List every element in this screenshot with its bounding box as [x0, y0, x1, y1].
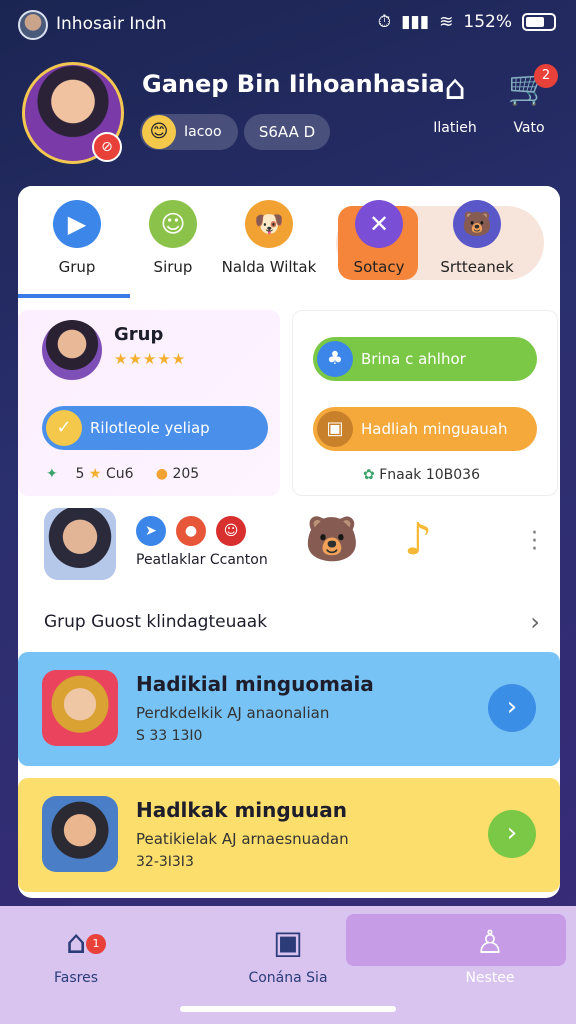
home-indicator [180, 1006, 396, 1012]
tab-label: Grup [58, 258, 96, 276]
cart-badge: 2 [534, 64, 558, 88]
nav-label-home: Fasres [54, 970, 98, 986]
group-avatar[interactable] [42, 320, 102, 380]
header: ⊘ Ganep Bin Iihoanhasia 😊 Iacoo S6AA D ⌂… [0, 60, 576, 170]
reward-title-2: Hadlkak minguuan [136, 798, 347, 822]
document-icon: ▣ [272, 923, 304, 961]
chevron-right-icon[interactable]: › [488, 810, 536, 858]
wifi-icon: ≋ [439, 12, 454, 32]
more-icon[interactable]: · · · [531, 523, 538, 561]
battery-percent: 152% [463, 12, 512, 32]
star-icon: ★ [88, 466, 102, 482]
status-avatar [18, 10, 48, 40]
cart-label: Vato [513, 120, 545, 136]
shield-icon: ✓ [46, 410, 82, 446]
group-panel: Grup ★★★★★ ✓ Rilotleole yeliap ✦ 5 ★ Cu6… [18, 310, 280, 496]
tab-bar: ▶ Grup ☺ Sirup 🐶 Nalda Wiltak ✕ Sotacy 🐻… [18, 186, 560, 298]
home-icon: ⌂ [444, 68, 466, 108]
status-bar: Inhosair Indn ⏱ ▮▮▮ ≋ 152% [0, 0, 576, 48]
face-icon[interactable]: ☺ [216, 516, 246, 546]
group-stat-2: Cu6 [105, 466, 134, 482]
coin-value: Iacoo [184, 124, 222, 140]
nav-label-content: Conána Sia [248, 970, 328, 986]
reward-stat-value: Fnaak 10B036 [379, 467, 480, 483]
pet-icon: 🐶 [245, 200, 293, 248]
arrow-icon[interactable]: ➤ [136, 516, 166, 546]
bear-sticker-icon[interactable]: 🐻 [304, 512, 360, 568]
tab-nalda-wiltak[interactable]: 🐶 Nalda Wiltak [214, 200, 324, 276]
reward-card-1[interactable]: Hadikial minguomaia Perdkdelkik AJ anaon… [18, 652, 560, 766]
main-card: ▶ Grup ☺ Sirup 🐶 Nalda Wiltak ✕ Sotacy 🐻… [18, 186, 560, 898]
cart-button[interactable]: 🛒 2 Vato [494, 64, 564, 136]
bear-icon: 🐻 [453, 200, 501, 248]
reward-value-1: S 33 13I0 [136, 728, 203, 744]
reward-action-button-2[interactable]: ▣ Hadliah minguauah [313, 407, 537, 451]
friends-label: Peatlaklar Ccanton [136, 552, 268, 568]
friend-avatar[interactable] [44, 508, 116, 580]
puzzle-icon: ✦ [46, 466, 58, 482]
status-title: Inhosair Indn [56, 14, 167, 34]
home-label: Ilatieh [433, 120, 477, 136]
home-icon: ⌂ [65, 923, 87, 961]
tree-icon: ♣ [317, 341, 353, 377]
tab-label: Nalda Wiltak [221, 258, 317, 276]
group-link-text: Grup Guost klindagteuaak [44, 612, 268, 632]
friends-row: ➤ ● ☺ Peatlaklar Ccanton 🐻 ♪ · · · [18, 508, 560, 592]
group-stat-3: 205 [172, 466, 200, 482]
home-button[interactable]: ⌂ Ilatieh [420, 66, 490, 136]
gear-icon: ✿ [363, 467, 375, 483]
reward-card-2[interactable]: Hadlkak minguuan Peatikielak AJ arnaesnu… [18, 778, 560, 892]
gem-balance[interactable]: S6AA D [244, 114, 330, 150]
group-action-button[interactable]: ✓ Rilotleole yeliap [42, 406, 268, 450]
tab-label: Sotacy [353, 258, 405, 276]
tab-label: Srtteanek [440, 258, 514, 276]
coin-icon: 😊 [142, 115, 176, 149]
reward-action-label-2: Hadliah minguauah [361, 420, 508, 438]
coin-small-icon: ● [155, 466, 168, 482]
group-title: Grup [114, 324, 164, 345]
tab-active-indicator [18, 294, 130, 298]
tab-grup[interactable]: ▶ Grup [22, 200, 132, 276]
treasure-icon: ▣ [317, 411, 353, 447]
apple-icon[interactable]: ● [176, 516, 206, 546]
group-stats: ✦ 5 ★ Cu6 ● 205 [46, 466, 199, 482]
chevron-right-icon[interactable]: › [488, 684, 536, 732]
user-icon: ♙ [475, 923, 505, 961]
coin-balance[interactable]: 😊 Iacoo [140, 114, 238, 150]
reward-title-1: Hadikial minguomaia [136, 672, 374, 696]
reward-value-2: 32-3I3I3 [136, 854, 194, 870]
tab-srtteanek[interactable]: 🐻 Srtteanek [422, 200, 532, 276]
group-stat-1: 5 [75, 466, 85, 482]
reward-panel: ♣ Brina c ahlhor ▣ Hadliah minguauah ✿ F… [292, 310, 558, 496]
reward-avatar-1 [42, 670, 118, 746]
reward-action-button-1[interactable]: ♣ Brina c ahlhor [313, 337, 537, 381]
tab-sotacy[interactable]: ✕ Sotacy [324, 200, 434, 276]
status-icons: ⏱ ▮▮▮ ≋ 152% [378, 12, 556, 32]
nav-label-profile: Nestee [465, 970, 515, 986]
reward-subtitle-2: Peatikielak AJ arnaesnuadan [136, 830, 349, 848]
reward-stat: ✿ Fnaak 10B036 [363, 467, 480, 483]
nav-item-home[interactable]: ⌂ 1 Fasres [6, 920, 146, 986]
battery-icon [522, 13, 556, 31]
reward-avatar-2 [42, 796, 118, 872]
app-title: Ganep Bin Iihoanhasia [142, 70, 445, 98]
chevron-right-icon: › [530, 608, 540, 636]
reward-action-label-1: Brina c ahlhor [361, 350, 466, 368]
group-rating: ★★★★★ [114, 350, 187, 368]
music-sticker-icon[interactable]: ♪ [390, 512, 446, 568]
profile-badge-icon: ⊘ [92, 132, 122, 162]
chat-icon: ☺ [149, 200, 197, 248]
cross-icon: ✕ [355, 200, 403, 248]
group-link-row[interactable]: Grup Guost klindagteuaak › [18, 600, 560, 648]
nav-badge: 1 [86, 934, 106, 954]
alarm-icon: ⏱ [377, 12, 392, 32]
signal-icon: ▮▮▮ [401, 12, 430, 32]
tab-label: Sirup [153, 258, 193, 276]
nav-item-content[interactable]: ▣ Conána Sia [218, 920, 358, 986]
nav-item-profile[interactable]: ♙ Nestee [420, 920, 560, 986]
tab-sirup[interactable]: ☺ Sirup [118, 200, 228, 276]
group-action-label: Rilotleole yeliap [90, 419, 210, 437]
play-icon: ▶ [53, 200, 101, 248]
reward-subtitle-1: Perdkdelkik AJ anaonalian [136, 704, 330, 722]
